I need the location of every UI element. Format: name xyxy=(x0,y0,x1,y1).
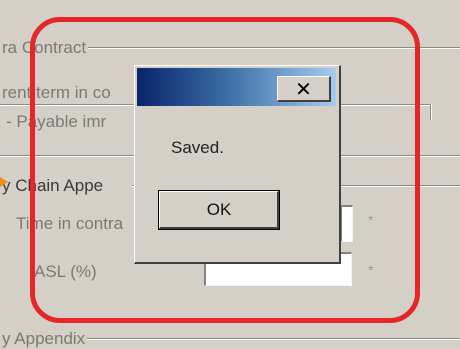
section-divider xyxy=(80,338,460,340)
ok-button[interactable]: OK xyxy=(158,190,280,230)
label-payable: - Payable imr xyxy=(4,112,109,132)
close-button[interactable]: ✕ xyxy=(277,76,331,102)
saved-dialog: ✕ Saved. OK xyxy=(134,65,341,264)
label-asl: ASL (%) xyxy=(32,262,99,282)
label-rent-term: rent term in co xyxy=(0,83,113,103)
section-title-chain-appendix: y Chain Appe xyxy=(0,176,106,196)
label-time-in-contract: Time in contra xyxy=(14,214,126,234)
time-in-contract-input[interactable] xyxy=(340,205,353,242)
section-title-contract: ra Contract xyxy=(0,38,89,58)
close-icon: ✕ xyxy=(295,76,312,101)
required-marker: * xyxy=(368,212,374,228)
dialog-message: Saved. xyxy=(171,138,224,157)
dialog-titlebar[interactable]: ✕ xyxy=(137,68,336,106)
required-marker: * xyxy=(368,262,374,278)
annotation-arrow xyxy=(0,177,8,187)
section-title-appendix: y Appendix xyxy=(0,329,88,349)
row-divider-vertical xyxy=(430,104,432,120)
